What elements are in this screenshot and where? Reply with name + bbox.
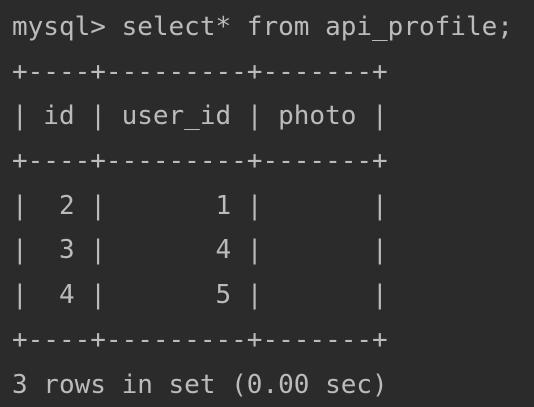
terminal-output: mysql> select* from api_profile; +----+-…: [0, 0, 534, 402]
table-header-row: | id | user_id | photo |: [12, 94, 534, 139]
table-row: | 2 | 1 | |: [12, 184, 534, 229]
mysql-query-line: mysql> select* from api_profile;: [12, 5, 534, 50]
table-border-top: +----+---------+-------+: [12, 50, 534, 95]
table-row: | 3 | 4 | |: [12, 228, 534, 273]
table-header-separator: +----+---------+-------+: [12, 139, 534, 184]
result-summary: 3 rows in set (0.00 sec): [12, 363, 534, 407]
table-border-bottom: +----+---------+-------+: [12, 318, 534, 363]
table-row: | 4 | 5 | |: [12, 273, 534, 318]
